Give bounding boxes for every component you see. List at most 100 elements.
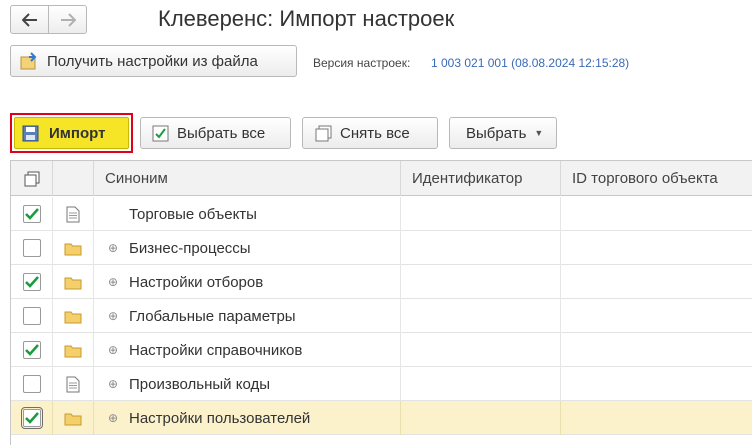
row-checkbox[interactable] <box>22 307 41 325</box>
row-identifier-cell <box>401 367 561 401</box>
table-row[interactable]: ⊕ Произвольный коды <box>11 367 752 401</box>
row-trade-object-id-cell <box>561 367 752 401</box>
row-check-cell <box>11 367 53 401</box>
arrow-right-icon <box>60 12 76 27</box>
header-trade-object-id[interactable]: ID торгового объекта <box>561 161 752 196</box>
checkmark-icon <box>24 344 39 356</box>
row-identifier-cell <box>401 333 561 367</box>
navigation-buttons <box>10 5 88 34</box>
header-icon-column <box>53 161 94 196</box>
row-identifier-cell <box>401 401 561 435</box>
row-type-cell <box>53 231 94 265</box>
page-title: Клеверенс: Импорт настроек <box>158 6 455 31</box>
table-row[interactable]: ⊕ Настройки отборов <box>11 265 752 299</box>
row-identifier-cell <box>401 265 561 299</box>
row-trade-object-id-cell <box>561 197 752 231</box>
row-type-cell <box>53 333 94 367</box>
row-check-cell <box>11 333 53 367</box>
row-checkbox[interactable] <box>22 239 41 257</box>
table-row[interactable]: ⊕ Настройки пользователей <box>11 401 752 435</box>
row-trade-object-id-cell <box>561 401 752 435</box>
table-row[interactable]: Торговые объекты <box>11 197 752 231</box>
row-name: Настройки пользователей <box>129 409 311 427</box>
row-identifier-cell <box>401 299 561 333</box>
folder-icon <box>64 241 82 256</box>
row-name: Торговые объекты <box>129 205 257 223</box>
row-synonym-cell: ⊕ Произвольный коды <box>94 367 401 401</box>
select-dropdown-label: Выбрать <box>466 124 527 142</box>
expand-icon[interactable]: ⊕ <box>107 411 119 425</box>
row-identifier-cell <box>401 197 561 231</box>
row-check-cell <box>11 299 53 333</box>
folder-icon <box>64 309 82 324</box>
row-name: Глобальные параметры <box>129 307 296 325</box>
expand-icon[interactable]: ⊕ <box>107 377 119 391</box>
expand-icon[interactable]: ⊕ <box>107 309 119 323</box>
import-label: Импорт <box>49 124 106 142</box>
row-checkbox[interactable] <box>22 273 41 291</box>
row-check-cell <box>11 265 53 299</box>
row-trade-object-id-cell <box>561 231 752 265</box>
row-synonym-cell: ⊕ Бизнес-процессы <box>94 231 401 265</box>
upload-folder-icon <box>20 52 37 70</box>
checkmark-icon <box>24 412 39 424</box>
row-type-cell <box>53 401 94 435</box>
arrow-left-icon <box>21 12 37 27</box>
select-dropdown-button[interactable]: Выбрать ▼ <box>449 117 557 149</box>
import-button-highlight: Импорт <box>10 113 133 153</box>
document-icon <box>66 376 80 393</box>
folder-icon <box>64 343 82 358</box>
save-icon <box>22 125 39 141</box>
row-check-cell <box>11 231 53 265</box>
expand-icon[interactable]: ⊕ <box>107 343 119 357</box>
row-name: Настройки отборов <box>129 273 264 291</box>
row-check-cell <box>11 401 53 435</box>
row-synonym-cell: ⊕ Глобальные параметры <box>94 299 401 333</box>
expand-icon[interactable]: ⊕ <box>107 241 119 255</box>
settings-table: Синоним Идентификатор ID торгового объек… <box>10 160 752 445</box>
load-from-file-label: Получить настройки из файла <box>47 52 258 70</box>
unselect-all-button[interactable]: Снять все <box>302 117 438 149</box>
version-label: Версия настроек: <box>313 56 411 70</box>
import-button[interactable]: Импорт <box>14 117 129 149</box>
back-button[interactable] <box>10 5 49 34</box>
row-checkbox[interactable] <box>22 341 41 359</box>
version-value: 1 003 021 001 (08.08.2024 12:15:28) <box>431 56 630 70</box>
row-name: Произвольный коды <box>129 375 270 393</box>
load-from-file-button[interactable]: Получить настройки из файла <box>10 45 297 77</box>
row-type-cell <box>53 367 94 401</box>
row-checkbox[interactable] <box>20 407 43 429</box>
unselect-all-label: Снять все <box>340 124 410 142</box>
row-identifier-cell <box>401 231 561 265</box>
header-check-column[interactable] <box>11 161 53 196</box>
row-synonym-cell: Торговые объекты <box>94 197 401 231</box>
checkmark-icon <box>24 208 39 220</box>
table-row[interactable]: ⊕ Настройки справочников <box>11 333 752 367</box>
document-icon <box>66 206 80 223</box>
row-synonym-cell: ⊕ Настройки отборов <box>94 265 401 299</box>
row-trade-object-id-cell <box>561 333 752 367</box>
row-name: Настройки справочников <box>129 341 303 359</box>
row-name: Бизнес-процессы <box>129 239 251 257</box>
row-checkbox[interactable] <box>22 205 41 223</box>
select-all-button[interactable]: Выбрать все <box>140 117 291 149</box>
table-header: Синоним Идентификатор ID торгового объек… <box>11 161 752 196</box>
header-synonym[interactable]: Синоним <box>94 161 401 196</box>
row-trade-object-id-cell <box>561 299 752 333</box>
folder-icon <box>64 411 82 426</box>
select-all-label: Выбрать все <box>177 124 266 142</box>
header-identifier[interactable]: Идентификатор <box>401 161 561 196</box>
forward-button[interactable] <box>48 5 87 34</box>
row-type-cell <box>53 265 94 299</box>
table-row[interactable]: ⊕ Глобальные параметры <box>11 299 752 333</box>
expand-icon[interactable]: ⊕ <box>107 275 119 289</box>
row-checkbox[interactable] <box>22 375 41 393</box>
row-synonym-cell: ⊕ Настройки справочников <box>94 333 401 367</box>
checked-box-icon <box>152 125 169 141</box>
chevron-down-icon: ▼ <box>534 128 544 138</box>
table-row[interactable]: ⊕ Бизнес-процессы <box>11 231 752 265</box>
checkmark-icon <box>24 276 39 288</box>
row-synonym-cell: ⊕ Настройки пользователей <box>94 401 401 435</box>
row-type-cell <box>53 299 94 333</box>
row-type-cell <box>53 197 94 231</box>
